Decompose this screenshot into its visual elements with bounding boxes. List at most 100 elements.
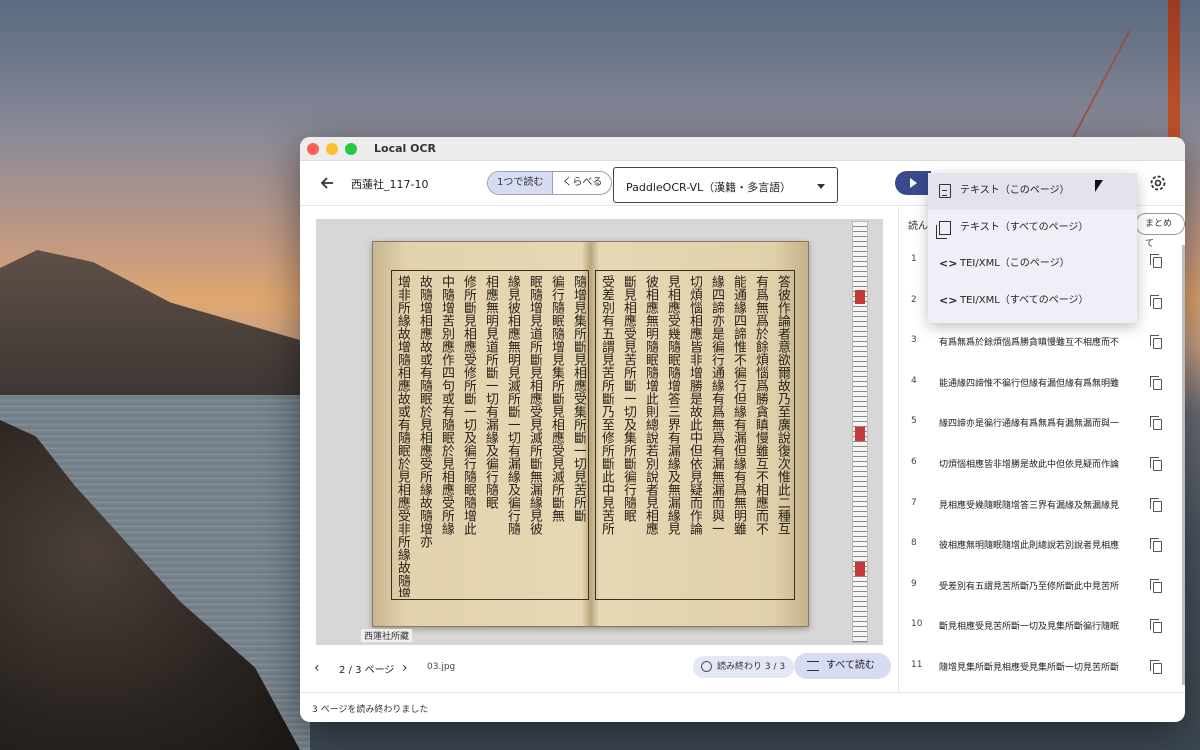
- row-text: 有爲無爲於餘煩惱爲勝貪瞋慢雖互不相應而不: [939, 338, 1120, 349]
- ruler-marker: [855, 290, 865, 304]
- text-column: 修所斷見相應受修所斷一切及徧行隨眠隨增此: [461, 275, 476, 535]
- text-column: 彼相應無明隨眠隨增此則總說若別說者見相應: [643, 275, 658, 535]
- gear-icon[interactable]: [1148, 173, 1168, 193]
- window-title: Local OCR: [374, 142, 437, 155]
- close-window-button[interactable]: [307, 142, 319, 155]
- book-scan: 增非所緣故增隨相應故或有隨眠於見相應受非所緣故隨增亦非 故隨增相應故或有隨眠於見…: [372, 241, 809, 627]
- back-arrow-icon[interactable]: [318, 174, 336, 192]
- row-text: 隨增見集所斷見相應受見集所斷一切見苦所斷: [939, 662, 1120, 673]
- copy-icon[interactable]: [1150, 497, 1162, 512]
- copy-icon[interactable]: [1150, 619, 1162, 634]
- model-select[interactable]: PaddleOCR-VL（漢籍・多言語）: [613, 167, 838, 203]
- row-number: 9: [911, 578, 917, 589]
- row-number: 8: [911, 538, 917, 549]
- text-column: 隨增見集所斷見相應受集所斷一切見苦所斷: [571, 275, 586, 522]
- text-column: 受差別有五謂見苦所斷乃至修所斷此中見苦所: [599, 275, 614, 535]
- text-column: 徧行隨眠隨增見集所斷見相應受見滅所斷無: [549, 275, 564, 522]
- text-column: 相應無明見道所斷一切有漏緣及徧行隨眠: [483, 275, 498, 509]
- menu-item-label: TEI/XML（すべてのページ）: [960, 294, 1089, 306]
- result-row: 7 見相應受幾隨眠隨增答三界有漏緣及無漏緣見: [900, 489, 1185, 530]
- results-header: 読ん: [908, 221, 928, 232]
- caret-down-icon: [817, 184, 825, 189]
- result-row: 8 彼相應無明隨眠隨增此則總說若別說者見相應: [900, 529, 1185, 570]
- title-bar: Local OCR: [300, 137, 1185, 161]
- copy-icon[interactable]: [1150, 456, 1162, 471]
- copy-icon[interactable]: [1150, 416, 1162, 431]
- page-indicator: 2 / 3 ページ: [339, 665, 395, 676]
- documents-icon: [936, 220, 951, 239]
- text-column: 緣見彼相應無明見滅所斷一切有漏緣及徧行隨: [505, 275, 520, 535]
- ruler-marker: [855, 427, 865, 441]
- document-name: 西蓮社_117-10: [351, 178, 429, 191]
- row-number: 11: [911, 659, 923, 670]
- mode-compare-button[interactable]: くらべる: [553, 172, 611, 194]
- result-row: 5 緣四諦亦是徧行通緣有爲無爲有漏無漏而與一: [900, 407, 1185, 448]
- copy-icon[interactable]: [1150, 538, 1162, 553]
- mode-single-button[interactable]: 1つで読む: [488, 172, 554, 194]
- copy-icon[interactable]: [1150, 294, 1162, 309]
- measuring-ruler: [852, 221, 868, 643]
- file-name: 03.jpg: [427, 662, 456, 672]
- prev-page-icon[interactable]: ‹: [314, 660, 320, 676]
- merge-button[interactable]: まとめて: [1135, 213, 1185, 249]
- export-tei-all-pages[interactable]: <> TEI/XML（すべてのページ）: [928, 283, 1137, 320]
- row-number: 1: [911, 254, 917, 264]
- export-tei-this-page[interactable]: <> TEI/XML（このページ）: [928, 246, 1137, 283]
- result-row: 9 受差別有五謂見苦所斷乃至修所斷此中見苦所: [900, 570, 1185, 611]
- playlist-icon: [807, 661, 819, 671]
- copy-icon[interactable]: [1150, 254, 1162, 268]
- row-text: 斷見相應受見苦所斷一切及見集所斷徧行隨眠: [939, 622, 1120, 633]
- text-column: 有爲無爲於餘煩惱爲勝貪瞋慢雖互不相應而不: [753, 275, 768, 535]
- copy-icon[interactable]: [1150, 659, 1162, 674]
- copy-icon[interactable]: [1150, 578, 1162, 593]
- text-column: 能通緣四諦惟不徧行但緣有漏但緣有爲無明雖: [731, 275, 746, 535]
- row-number: 3: [911, 335, 917, 346]
- play-icon: [910, 178, 917, 188]
- menu-item-label: テキスト（このページ）: [960, 185, 1070, 196]
- row-text: 切煩惱相應皆非增勝是故此中但依見疑而作論: [939, 459, 1120, 470]
- row-number: 5: [911, 416, 917, 427]
- text-column: 緣四諦亦是徧行通緣有爲無爲有漏無漏而與一: [709, 275, 724, 535]
- viewer-pane: 增非所緣故增隨相應故或有隨眠於見相應受非所緣故隨增亦非 故隨增相應故或有隨眠於見…: [300, 207, 899, 692]
- collection-stamp: 西蓮社所藏: [361, 629, 413, 642]
- code-icon: <>: [939, 257, 958, 270]
- export-menu: テキスト（このページ） テキスト（すべてのページ） <> TEI/XML（このペ…: [928, 173, 1137, 323]
- result-row: 4 能通緣四諦惟不徧行但緣有漏但緣有爲無明雖: [900, 367, 1185, 408]
- ruler-marker: [855, 562, 865, 576]
- copy-icon[interactable]: [1150, 375, 1162, 390]
- export-text-all-pages[interactable]: テキスト（すべてのページ）: [928, 210, 1137, 247]
- done-status-label: 読み終わり 3 / 3: [717, 662, 786, 672]
- status-bar: 3 ページを読み終わりました: [300, 692, 1185, 722]
- mouse-pointer-icon: [1095, 180, 1103, 192]
- row-text: 受差別有五謂見苦所斷乃至修所斷此中見苦所: [939, 581, 1120, 592]
- minimize-window-button[interactable]: [326, 142, 338, 155]
- row-number: 10: [911, 619, 923, 630]
- model-select-value: PaddleOCR-VL（漢籍・多言語）: [626, 181, 792, 194]
- text-column: 答彼作論者意欲爾故乃至廣說復次惟此二種互: [775, 275, 790, 535]
- next-page-icon[interactable]: ›: [402, 660, 408, 676]
- text-column: 增非所緣故增隨相應故或有隨眠於見相應受非所緣故隨增亦非: [395, 275, 410, 597]
- export-text-this-page[interactable]: テキスト（このページ）: [928, 173, 1137, 210]
- menu-item-label: テキスト（すべてのページ）: [960, 221, 1089, 233]
- zoom-window-button[interactable]: [345, 142, 357, 155]
- menu-item-label: TEI/XML（このページ）: [960, 258, 1070, 269]
- copy-icon[interactable]: [1150, 335, 1162, 350]
- run-button[interactable]: [895, 171, 931, 195]
- done-status-chip: 読み終わり 3 / 3: [693, 656, 795, 678]
- result-row: 6 切煩惱相應皆非增勝是故此中但依見疑而作論: [900, 448, 1185, 489]
- text-column: 眠隨增見道所斷見相應受見滅所斷無漏緣見彼: [527, 275, 542, 535]
- text-column: 故隨增相應故或有隨眠於見相應受所緣故隨增亦: [417, 275, 432, 548]
- result-row: 3 有爲無爲於餘煩惱爲勝貪瞋慢雖互不相應而不: [900, 326, 1185, 367]
- results-scrollbar[interactable]: [1182, 245, 1185, 685]
- read-all-button[interactable]: すべて読む: [794, 653, 891, 679]
- check-circle-icon: [701, 661, 712, 672]
- row-text: 緣四諦亦是徧行通緣有爲無爲有漏無漏而與一: [939, 419, 1120, 430]
- document-icon: [939, 184, 951, 198]
- row-text: 見相應受幾隨眠隨增答三界有漏緣及無漏緣見: [939, 500, 1120, 511]
- page-image[interactable]: 增非所緣故增隨相應故或有隨眠於見相應受非所緣故隨增亦非 故隨增相應故或有隨眠於見…: [316, 219, 883, 645]
- mode-toggle: 1つで読む くらべる: [487, 171, 613, 195]
- text-column: 切煩惱相應皆非增勝是故此中但依見疑而作論: [687, 275, 702, 535]
- row-number: 7: [911, 497, 917, 508]
- wallpaper-mountain: [0, 250, 310, 400]
- result-row: 10 斷見相應受見苦所斷一切及見集所斷徧行隨眠: [900, 610, 1185, 651]
